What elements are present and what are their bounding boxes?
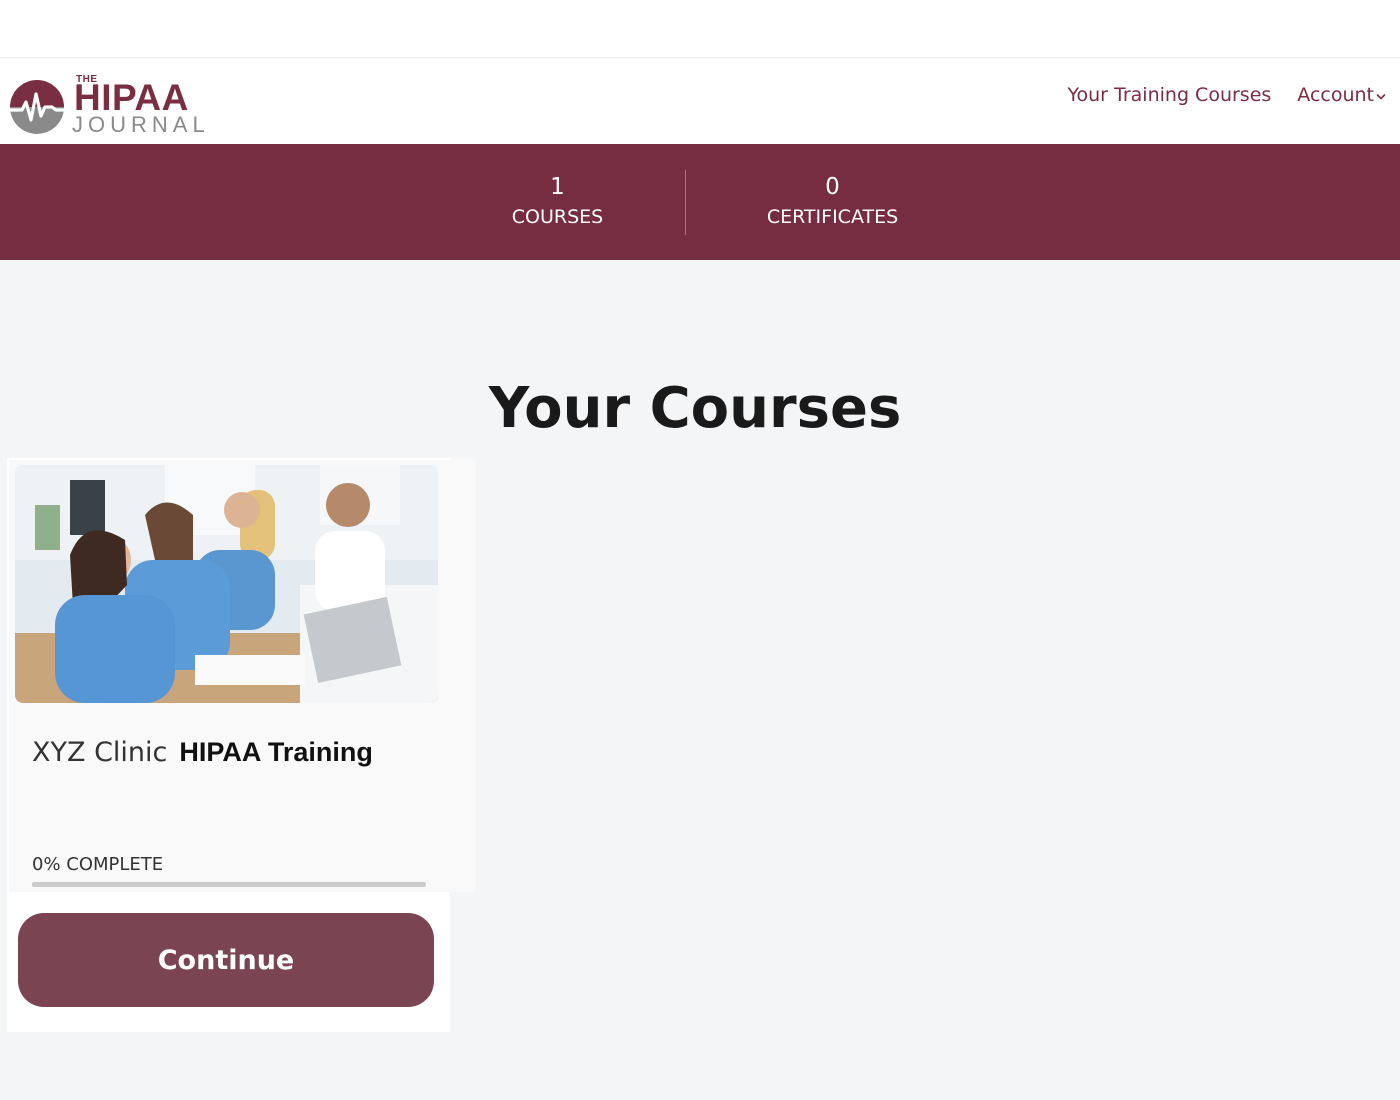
courses-label: COURSES [511, 206, 604, 228]
progress-label: 0% COMPLETE [32, 854, 164, 875]
courses-stat[interactable]: 1 COURSES [480, 172, 635, 232]
certificates-label: CERTIFICATES [766, 206, 899, 228]
logo-sub-text: JOURNAL [72, 112, 210, 137]
stats-divider [685, 170, 686, 235]
course-thumbnail[interactable] [15, 465, 438, 703]
certificates-count: 0 [825, 174, 840, 200]
courses-count: 1 [550, 174, 565, 200]
course-card: XYZ Clinic HIPAA Training 0% COMPLETE Con… [7, 458, 475, 1032]
chevron-down-icon [1376, 94, 1386, 100]
course-name: HIPAA Training [179, 737, 373, 767]
main-nav: Your Training Courses Account [1067, 84, 1386, 106]
site-header: THE HIPAA JOURNAL Your Training Courses … [0, 58, 1400, 144]
top-strip [0, 0, 1400, 58]
course-organization: XYZ Clinic [32, 737, 168, 768]
certificates-stat[interactable]: 0 CERTIFICATES [735, 172, 930, 232]
page-title: Your Courses [488, 375, 902, 441]
course-thumbnail-illustration [15, 465, 438, 703]
stats-bar: 1 COURSES 0 CERTIFICATES [0, 144, 1400, 260]
nav-account[interactable]: Account [1297, 84, 1386, 106]
heartbeat-icon [6, 80, 68, 134]
course-title[interactable]: XYZ Clinic HIPAA Training [32, 735, 373, 774]
progress-bar [32, 882, 426, 887]
nav-training-courses[interactable]: Your Training Courses [1067, 84, 1271, 106]
nav-account-label: Account [1297, 84, 1374, 106]
continue-button[interactable]: Continue [18, 913, 434, 1007]
hipaa-journal-logo[interactable]: THE HIPAA JOURNAL [6, 66, 216, 137]
